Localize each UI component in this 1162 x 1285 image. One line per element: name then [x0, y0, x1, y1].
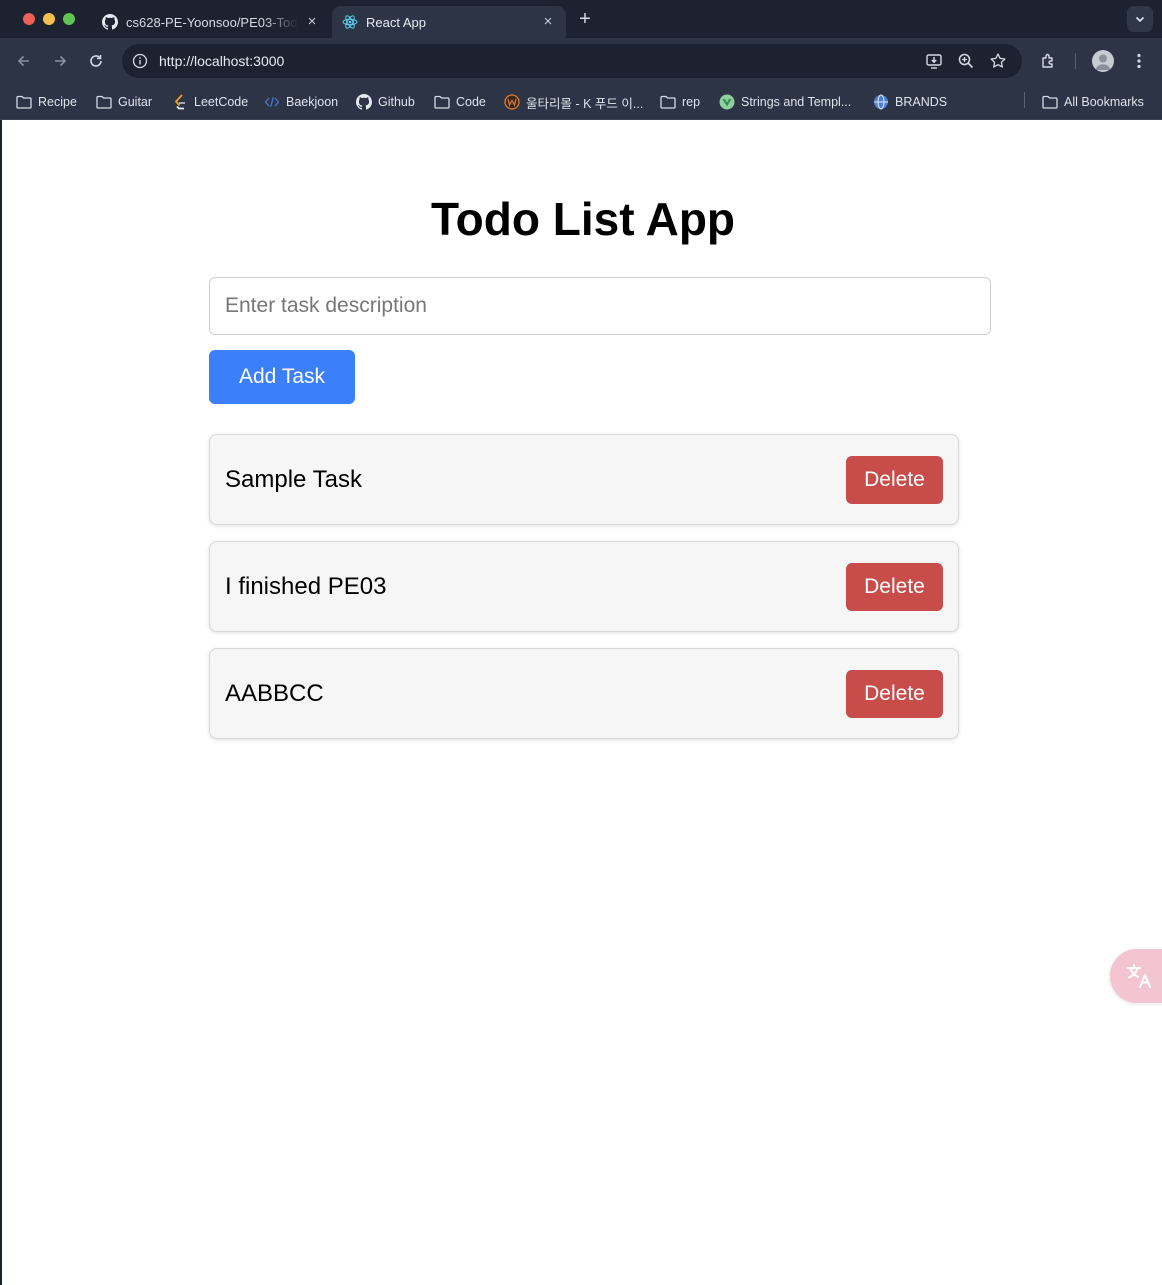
bookmark-label: All Bookmarks	[1064, 95, 1144, 109]
install-app-icon[interactable]	[925, 52, 943, 70]
vue-icon	[719, 94, 735, 110]
bookmark-recipe[interactable]: Recipe	[16, 92, 77, 112]
folder-icon	[96, 94, 112, 110]
task-item: Sample Task Delete	[209, 434, 959, 525]
code-brackets-icon	[264, 94, 280, 110]
page-viewport: Todo List App Add Task Sample Task Delet…	[0, 120, 1162, 1285]
chevron-down-icon	[1135, 16, 1145, 23]
bookmark-label: Code	[456, 95, 486, 109]
tab-close-icon[interactable]: ×	[304, 14, 320, 30]
delete-task-button[interactable]: Delete	[846, 456, 943, 504]
browser-tab-strip: cs628-PE-Yoonsoo/PE03-Todo × React App ×…	[0, 0, 1162, 38]
bookmark-label: LeetCode	[194, 95, 249, 109]
bookmark-leetcode[interactable]: LeetCode	[172, 92, 248, 112]
browser-toolbar: http://localhost:3000	[0, 38, 1162, 84]
bookmark-label: Strings and Templ...	[741, 95, 852, 109]
task-item: AABBCC Delete	[209, 648, 959, 739]
tab-title: React App	[366, 14, 426, 30]
delete-task-button[interactable]: Delete	[846, 670, 943, 718]
w-logo-icon	[504, 94, 520, 110]
bookmark-star-icon[interactable]	[989, 52, 1007, 70]
folder-icon	[1042, 94, 1058, 110]
address-bar[interactable]: http://localhost:3000	[122, 44, 1022, 78]
bookmark-github[interactable]: Github	[356, 92, 415, 112]
tab-title: cs628-PE-Yoonsoo/PE03-Todo	[126, 14, 298, 30]
page-title: Todo List App	[430, 193, 736, 245]
zoom-window-button[interactable]	[63, 13, 75, 25]
globe-icon	[873, 94, 889, 110]
reload-button[interactable]	[85, 50, 107, 72]
github-icon	[356, 94, 372, 110]
bookmark-label: Guitar	[118, 95, 153, 109]
person-icon	[1095, 54, 1111, 70]
task-text: I finished PE03	[225, 573, 387, 600]
zoom-icon[interactable]	[957, 52, 975, 70]
reload-icon	[90, 55, 102, 67]
folder-icon	[660, 94, 676, 110]
react-icon	[342, 14, 358, 30]
tab-search-button[interactable]	[1127, 6, 1153, 32]
task-item: I finished PE03 Delete	[209, 541, 959, 632]
bookmark-label: Recipe	[38, 95, 77, 109]
bookmarks-divider	[1024, 92, 1025, 108]
tab-close-icon[interactable]: ×	[540, 14, 556, 30]
task-description-input[interactable]	[209, 277, 991, 335]
bookmark-label: Baekjoon	[286, 95, 339, 109]
close-window-button[interactable]	[23, 13, 35, 25]
arrow-left-icon	[17, 55, 29, 67]
leetcode-icon	[172, 94, 188, 110]
add-task-button[interactable]: Add Task	[209, 350, 355, 404]
task-list: Sample Task Delete I finished PE03 Delet…	[209, 434, 959, 755]
site-info-icon[interactable]	[131, 52, 149, 70]
bookmark-label: BRANDS	[895, 95, 948, 109]
new-tab-button[interactable]: +	[575, 9, 595, 29]
bookmark-rep[interactable]: rep	[660, 92, 700, 112]
tab-react-app[interactable]: React App ×	[332, 6, 566, 38]
url-text: http://localhost:3000	[159, 53, 285, 69]
bookmark-strings-and-templates[interactable]: Strings and Templ...	[719, 92, 851, 112]
translate-button[interactable]	[1110, 949, 1162, 1003]
bookmark-guitar[interactable]: Guitar	[96, 92, 152, 112]
bookmark-code[interactable]: Code	[434, 92, 486, 112]
github-icon	[102, 14, 118, 30]
profile-avatar[interactable]	[1092, 50, 1114, 72]
folder-icon	[434, 94, 450, 110]
folder-icon	[16, 94, 32, 110]
bookmark-label: Github	[378, 95, 415, 109]
forward-button[interactable]	[49, 50, 71, 72]
extensions-icon[interactable]	[1038, 50, 1060, 72]
minimize-window-button[interactable]	[43, 13, 55, 25]
bookmark-wootari-mall[interactable]: 울타리몰 - K 푸드 이...	[504, 92, 643, 112]
task-text: Sample Task	[225, 466, 362, 493]
bookmark-baekjoon[interactable]: Baekjoon	[264, 92, 338, 112]
delete-task-button[interactable]: Delete	[846, 563, 943, 611]
tab-github[interactable]: cs628-PE-Yoonsoo/PE03-Todo ×	[92, 6, 330, 38]
bookmark-brands[interactable]: BRANDS	[873, 92, 947, 112]
arrow-right-icon	[55, 55, 67, 67]
task-text: AABBCC	[225, 680, 324, 707]
translate-icon	[1127, 964, 1151, 988]
browser-menu-icon[interactable]	[1128, 50, 1150, 72]
bookmark-label: rep	[682, 95, 701, 109]
bookmarks-bar: Recipe Guitar LeetCode Baekjoon Github C…	[0, 84, 1162, 120]
all-bookmarks[interactable]: All Bookmarks	[1042, 92, 1144, 112]
bookmark-label: 울타리몰 - K 푸드 이...	[526, 96, 644, 111]
back-button[interactable]	[13, 50, 35, 72]
toolbar-divider	[1075, 53, 1076, 69]
